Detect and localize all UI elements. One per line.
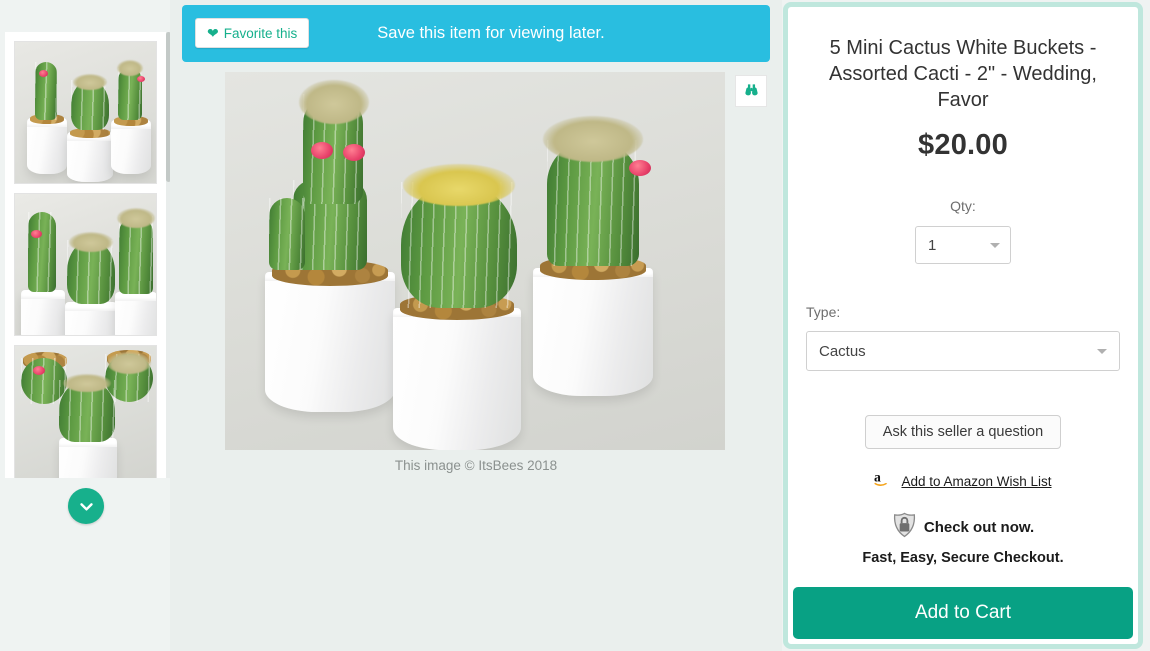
type-select[interactable]: Cactus	[806, 331, 1120, 371]
gallery-main-column: Save this item for viewing later. ❤ Favo…	[170, 0, 782, 651]
checkout-now-row[interactable]: Check out now.	[788, 512, 1138, 543]
favorite-banner: Save this item for viewing later. ❤ Favo…	[182, 5, 770, 62]
product-photo	[225, 72, 725, 450]
product-price: $20.00	[918, 129, 1008, 161]
quantity-value: 1	[928, 236, 937, 254]
thumbnail-item[interactable]	[14, 193, 157, 336]
image-caption: This image © ItsBees 2018	[394, 458, 558, 473]
amazon-logo-icon: a	[874, 470, 895, 492]
thumbnail-list[interactable]	[5, 32, 166, 478]
thumbnail-item[interactable]	[14, 41, 157, 184]
page-title: 5 Mini Cactus White Buckets - Assorted C…	[829, 37, 1097, 111]
lock-shield-icon	[892, 512, 917, 543]
product-page: Save this item for viewing later. ❤ Favo…	[0, 0, 1150, 651]
thumbnail-item[interactable]	[14, 345, 157, 478]
chevron-down-icon	[1097, 348, 1107, 354]
type-label: Type:	[806, 304, 841, 320]
binoculars-icon[interactable]	[735, 75, 767, 107]
gallery-scroll-down-button[interactable]	[68, 488, 104, 524]
svg-text:a: a	[874, 470, 881, 485]
checkout-now-label: Check out now.	[923, 519, 1035, 536]
ask-seller-button[interactable]: Ask this seller a question	[864, 415, 1062, 449]
quantity-field: Qty: 1	[788, 198, 1138, 264]
add-to-cart-button[interactable]: Add to Cart	[793, 587, 1133, 639]
type-field: Type: Cactus	[806, 304, 1120, 371]
favorite-this-button[interactable]: ❤ Favorite this	[195, 18, 310, 48]
secure-checkout-note: Fast, Easy, Secure Checkout.	[862, 550, 1064, 566]
quantity-label: Qty:	[950, 198, 976, 214]
chevron-down-icon	[78, 498, 95, 515]
chevron-down-icon	[990, 242, 1000, 248]
favorite-this-label: Favorite this	[223, 25, 298, 41]
add-to-amazon-wish-list-link[interactable]: a Add to Amazon Wish List	[788, 470, 1138, 492]
wishlist-label: Add to Amazon Wish List	[901, 473, 1052, 489]
quantity-select[interactable]: 1	[915, 226, 1011, 264]
main-product-image[interactable]	[225, 72, 725, 450]
type-value: Cactus	[819, 342, 866, 360]
product-details-panel: 5 Mini Cactus White Buckets - Assorted C…	[783, 2, 1143, 649]
heart-icon: ❤	[207, 25, 219, 41]
